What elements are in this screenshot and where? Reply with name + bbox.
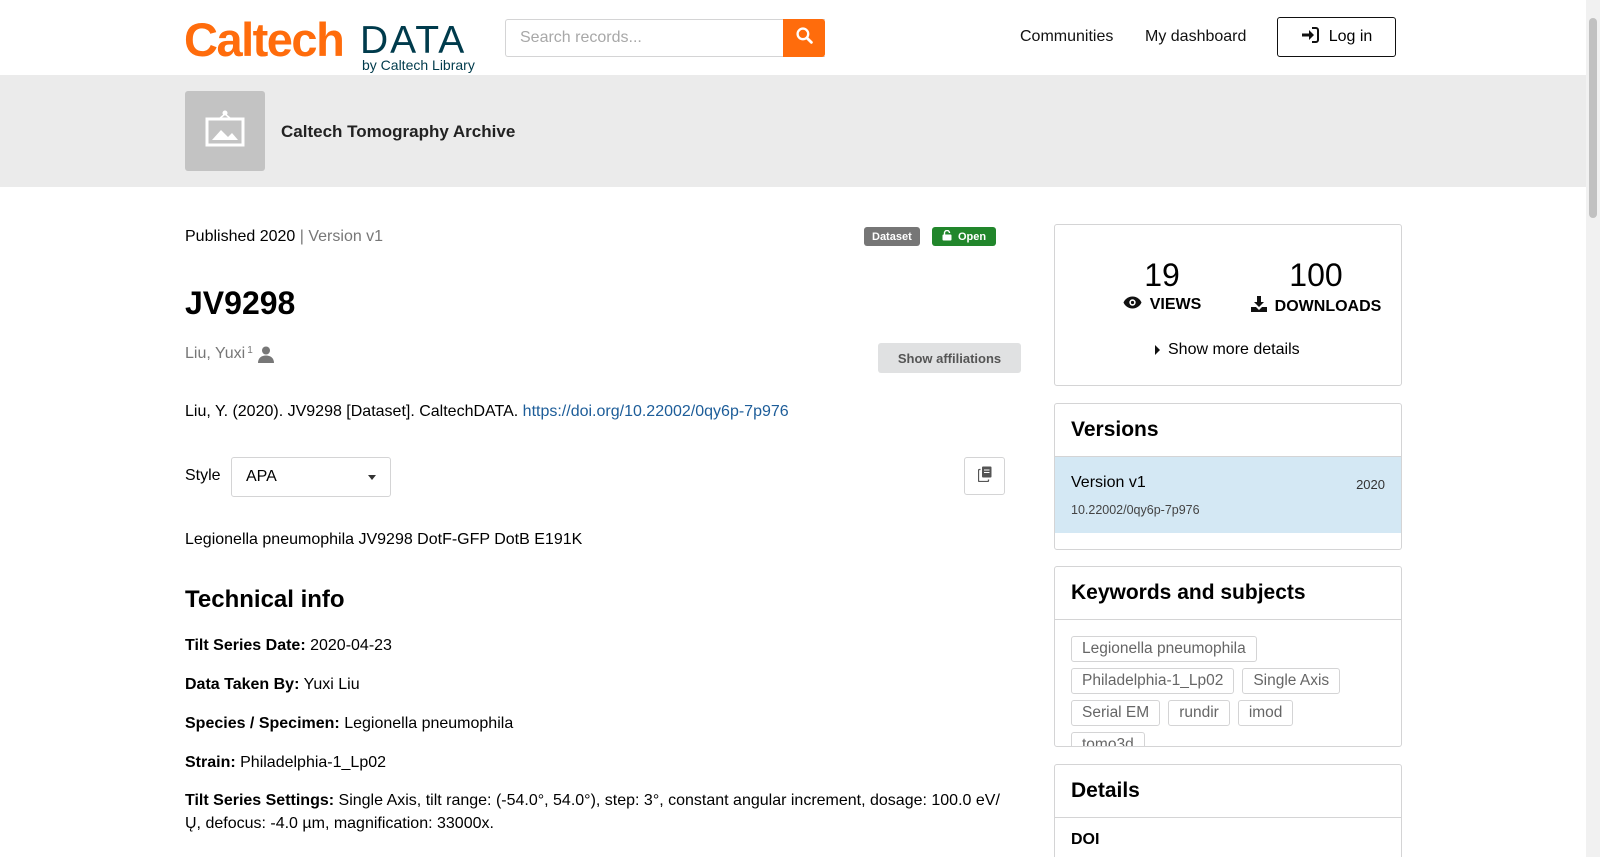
creator-affiliation-number: 1	[247, 345, 253, 356]
site-header: Caltech DATA by Caltech Library Communit…	[0, 0, 1586, 75]
keyword-tag[interactable]: rundir	[1168, 700, 1230, 726]
citation-doi-link[interactable]: https://doi.org/10.22002/0qy6p-7p976	[523, 403, 789, 420]
creator[interactable]: Liu, Yuxi 1	[185, 345, 274, 368]
info-value: 2020-04-23	[310, 637, 392, 654]
keywords-card: Keywords and subjects Legionella pneumop…	[1054, 566, 1402, 747]
keyword-list: Legionella pneumophila Philadelphia-1_Lp…	[1055, 620, 1365, 746]
download-icon	[1250, 296, 1267, 317]
copy-citation-button[interactable]	[964, 457, 1005, 495]
nav-dashboard-link[interactable]: My dashboard	[1145, 28, 1246, 46]
views-label: VIEWS	[1149, 296, 1202, 313]
info-label: Strain:	[185, 754, 236, 771]
creator-name: Liu, Yuxi	[185, 345, 246, 362]
version-label: | Version v1	[299, 228, 384, 245]
version-item[interactable]: Version v1 2020 10.22002/0qy6p-7p976	[1055, 457, 1401, 533]
details-card: Details DOI	[1054, 764, 1402, 857]
info-value: Yuxi Liu	[303, 676, 360, 693]
versions-title: Versions	[1055, 404, 1401, 457]
nav-communities-link[interactable]: Communities	[1020, 28, 1113, 46]
citation: Liu, Y. (2020). JV9298 [Dataset]. Caltec…	[185, 403, 789, 421]
info-value: Philadelphia-1_Lp02	[240, 754, 387, 771]
show-more-label: Show more details	[1168, 341, 1300, 358]
version-doi: 10.22002/0qy6p-7p976	[1071, 503, 1200, 517]
info-label: Tilt Series Settings:	[185, 792, 335, 809]
version-name: Version v1	[1071, 474, 1146, 491]
community-banner: Caltech Tomography Archive	[0, 75, 1586, 187]
caltechdata-logo[interactable]: Caltech DATA by Caltech Library	[184, 13, 489, 74]
citation-style-value: APA	[246, 468, 277, 485]
keyword-tag[interactable]: Legionella pneumophila	[1071, 636, 1257, 662]
views-stat: 19 VIEWS	[1107, 257, 1217, 314]
show-more-details-toggle[interactable]: Show more details	[1155, 341, 1300, 359]
copy-icon	[977, 466, 992, 487]
details-doi-label: DOI	[1071, 831, 1100, 848]
logo-subtitle: by Caltech Library	[362, 57, 475, 73]
caret-down-icon	[368, 474, 376, 480]
keywords-title: Keywords and subjects	[1055, 567, 1401, 620]
community-logo[interactable]	[185, 91, 265, 171]
tilt-series-settings-row: Tilt Series Settings: Single Axis, tilt …	[185, 789, 1005, 835]
sign-in-icon	[1301, 26, 1319, 48]
resource-type-label: Dataset	[872, 230, 912, 243]
logo-caltech-text: Caltech	[184, 13, 345, 66]
statistics-card: 19 VIEWS 100 DOWNLOADS Show more details	[1054, 224, 1402, 386]
species-row: Species / Specimen: Legionella pneumophi…	[185, 712, 1005, 735]
views-count: 19	[1144, 257, 1180, 293]
keyword-tag[interactable]: Single Axis	[1242, 668, 1341, 694]
keyword-tag[interactable]: Serial EM	[1071, 700, 1161, 726]
details-title: Details	[1055, 765, 1401, 818]
versions-card: Versions Version v1 2020 10.22002/0qy6p-…	[1054, 403, 1402, 550]
citation-style-select[interactable]: APA	[231, 457, 391, 497]
version-year: 2020	[1356, 477, 1385, 492]
record-description: Legionella pneumophila JV9298 DotF-GFP D…	[185, 531, 583, 548]
publication-info: Published 2020 | Version v1	[185, 228, 383, 246]
technical-info-heading: Technical info	[185, 586, 345, 613]
keyword-tag[interactable]: tomo3d	[1071, 732, 1145, 746]
access-status-label: Open	[958, 230, 987, 243]
tilt-series-date-row: Tilt Series Date: 2020-04-23	[185, 634, 1005, 657]
access-status-badge: Open	[932, 227, 997, 246]
unlock-icon	[942, 229, 952, 244]
record-title: JV9298	[185, 285, 296, 321]
keyword-tag[interactable]: Philadelphia-1_Lp02	[1071, 668, 1235, 694]
strain-row: Strain: Philadelphia-1_Lp02	[185, 751, 1005, 774]
info-value: Legionella pneumophila	[344, 715, 514, 732]
search-button[interactable]	[783, 19, 825, 57]
info-label: Data Taken By:	[185, 676, 300, 693]
login-button[interactable]: Log in	[1277, 17, 1396, 57]
downloads-label: DOWNLOADS	[1274, 297, 1382, 315]
show-affiliations-button[interactable]: Show affiliations	[878, 343, 1021, 373]
resource-type-badge: Dataset	[864, 227, 920, 246]
community-name[interactable]: Caltech Tomography Archive	[281, 122, 515, 142]
published-date: Published 2020	[185, 228, 296, 245]
caret-right-icon	[1155, 345, 1160, 355]
scrollbar-thumb[interactable]	[1589, 18, 1597, 218]
search-input[interactable]	[506, 20, 825, 56]
search-box	[505, 19, 825, 57]
page-scrollbar[interactable]	[1586, 0, 1600, 857]
eye-icon	[1123, 296, 1142, 314]
person-icon	[257, 346, 274, 368]
style-label: Style	[185, 467, 221, 484]
downloads-count: 100	[1289, 257, 1343, 293]
image-placeholder-icon	[205, 109, 245, 154]
keyword-tag[interactable]: imod	[1237, 700, 1294, 726]
info-label: Species / Specimen:	[185, 715, 340, 732]
login-label: Log in	[1328, 28, 1373, 45]
info-label: Tilt Series Date:	[185, 637, 306, 654]
citation-text: Liu, Y. (2020). JV9298 [Dataset]. Caltec…	[185, 403, 523, 420]
downloads-stat: 100 DOWNLOADS	[1241, 257, 1391, 317]
search-icon	[795, 27, 813, 49]
data-taken-by-row: Data Taken By: Yuxi Liu	[185, 673, 1005, 696]
